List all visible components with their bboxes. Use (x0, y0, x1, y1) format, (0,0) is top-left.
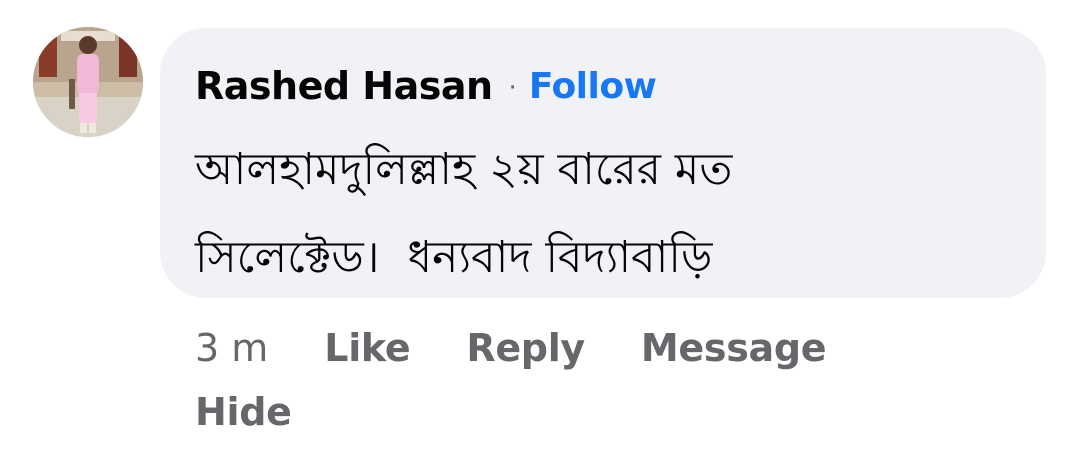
avatar-photo (33, 27, 143, 137)
like-button[interactable]: Like (324, 326, 410, 370)
hide-row: Hide (195, 386, 348, 438)
reply-button[interactable]: Reply (466, 326, 585, 370)
follow-button[interactable]: Follow (529, 66, 657, 107)
comment-actions: 3 m Like Reply Message (195, 322, 882, 374)
message-button[interactable]: Message (641, 326, 827, 370)
comment-text: আলহামদুলিল্লাহ ২য় বারের মত সিলেক্টেড। ধ… (195, 126, 1015, 302)
comment-header: Rashed Hasan · Follow (195, 58, 657, 114)
comment-bubble: Rashed Hasan · Follow আলহামদুলিল্লাহ ২য়… (160, 28, 1046, 298)
comment-timestamp[interactable]: 3 m (195, 326, 268, 370)
comment-text-line-2: সিলেক্টেড। ধন্যবাদ বিদ্যাবাড়ি (195, 232, 713, 283)
separator-dot: · (508, 73, 517, 103)
comment-text-line-1: আলহামদুলিল্লাহ ২য় বারের মত (195, 144, 733, 195)
author-avatar[interactable] (33, 27, 143, 137)
hide-button[interactable]: Hide (195, 390, 292, 434)
author-name[interactable]: Rashed Hasan (195, 64, 493, 108)
